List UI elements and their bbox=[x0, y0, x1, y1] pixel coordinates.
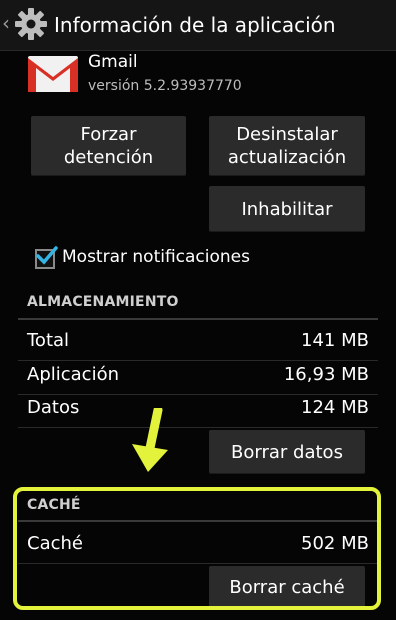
checkbox-icon bbox=[36, 246, 58, 265]
row-divider bbox=[18, 394, 378, 395]
storage-row-app-value: 16,93 MB bbox=[283, 364, 369, 385]
disable-label: Inhabilitar bbox=[241, 198, 333, 220]
storage-header: ALMACENAMIENTO bbox=[27, 294, 179, 310]
storage-row-total-label: Total bbox=[27, 330, 70, 351]
storage-row-total-value: 141 MB bbox=[301, 330, 369, 351]
force-stop-label: Forzar detención bbox=[63, 124, 154, 168]
clear-data-button[interactable]: Borrar datos bbox=[209, 430, 365, 474]
app-name: Gmail bbox=[88, 52, 138, 72]
page-title: Información de la aplicación bbox=[54, 13, 336, 37]
storage-row-app-label: Aplicación bbox=[27, 364, 119, 385]
cache-highlight-frame bbox=[13, 487, 381, 610]
clear-data-label: Borrar datos bbox=[231, 441, 343, 463]
row-divider bbox=[18, 360, 378, 361]
storage-row-data-label: Datos bbox=[27, 397, 80, 418]
gmail-icon bbox=[28, 56, 78, 92]
uninstall-updates-label: Desinstalar actualización bbox=[227, 124, 347, 168]
settings-gear-icon[interactable] bbox=[14, 7, 48, 41]
force-stop-button[interactable]: Forzar detención bbox=[31, 116, 186, 176]
show-notifications-label: Mostrar notificaciones bbox=[62, 247, 250, 267]
app-version: versión 5.2.93937770 bbox=[88, 78, 242, 94]
back-chevron-icon[interactable]: ‹ bbox=[2, 13, 10, 33]
disable-button[interactable]: Inhabilitar bbox=[209, 186, 365, 232]
row-divider bbox=[18, 427, 378, 428]
uninstall-updates-button[interactable]: Desinstalar actualización bbox=[209, 116, 365, 176]
arrow-down-icon bbox=[132, 408, 168, 472]
storage-row-data-value: 124 MB bbox=[301, 397, 369, 418]
storage-divider bbox=[18, 318, 378, 320]
